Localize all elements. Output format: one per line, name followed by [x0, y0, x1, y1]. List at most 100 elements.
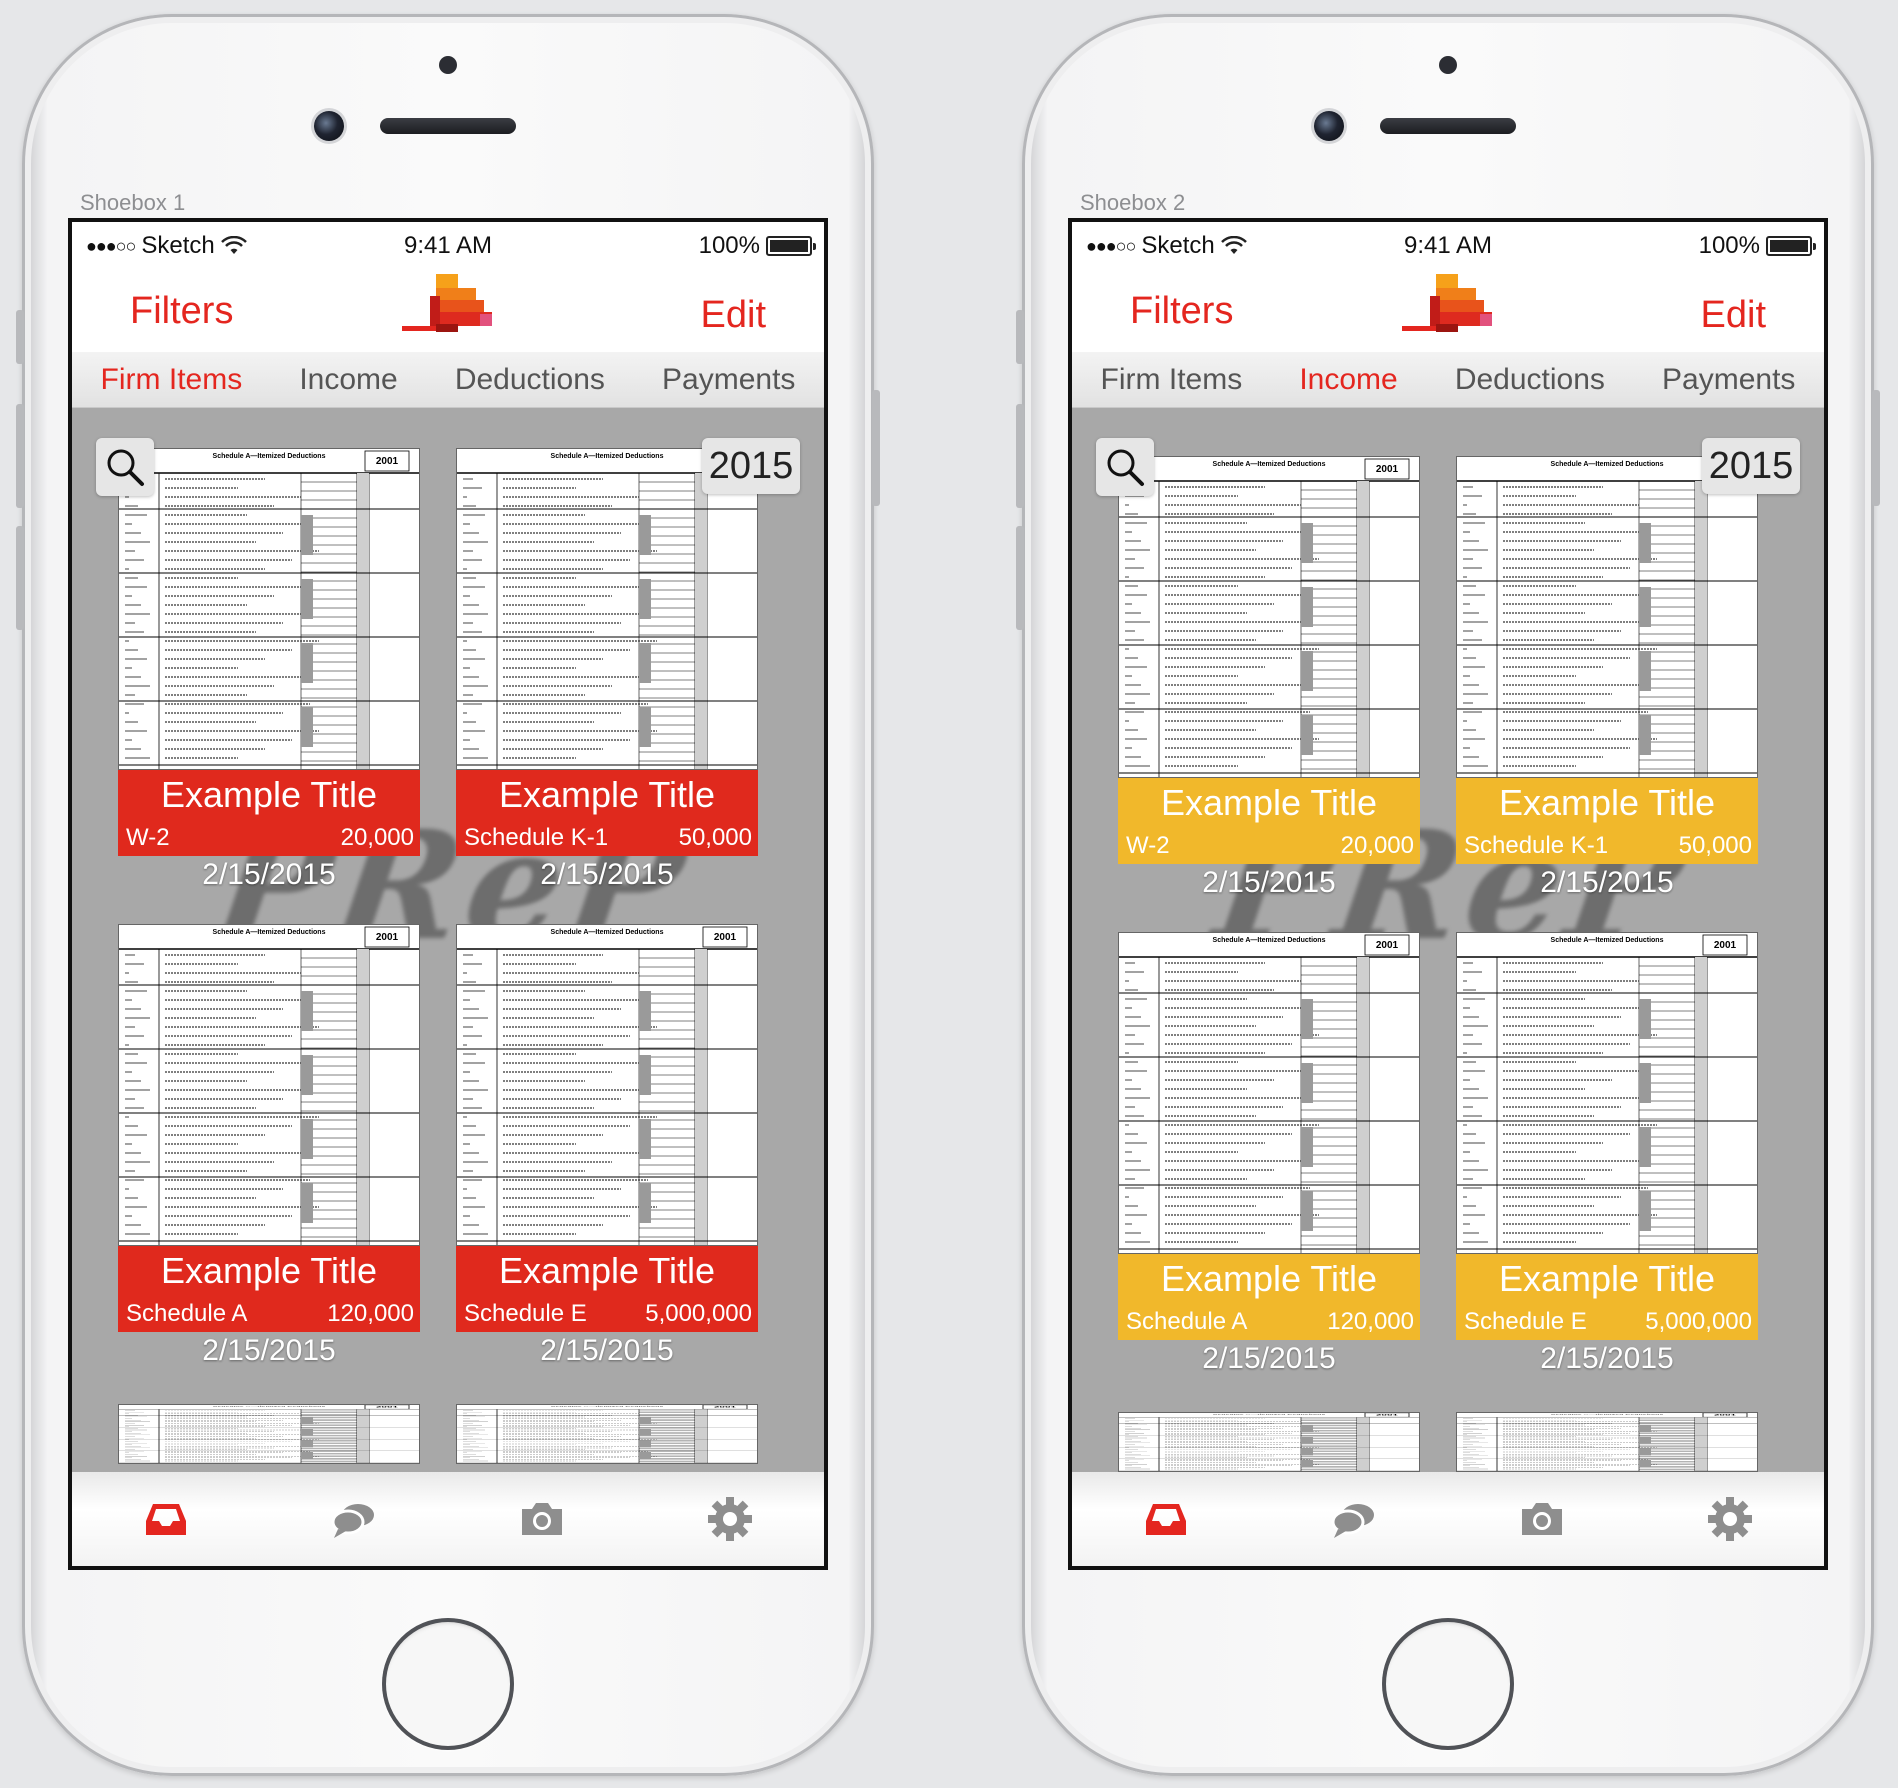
- mute-switch: [16, 310, 24, 364]
- battery: 100%: [1698, 232, 1816, 260]
- navigation-bar: Filters Edit: [72, 268, 824, 352]
- tab-income[interactable]: Income: [293, 363, 403, 397]
- document-card[interactable]: Schedule A—Itemized Deductions2001 Examp…: [456, 924, 758, 1368]
- tab-firm-items[interactable]: Firm Items: [95, 363, 249, 397]
- home-button[interactable]: [1382, 1618, 1514, 1750]
- tab-payments[interactable]: Payments: [656, 363, 801, 397]
- tab-payments[interactable]: Payments: [1656, 363, 1801, 397]
- document-card[interactable]: Schedule A—Itemized Deductions2001 Examp…: [1456, 932, 1758, 1376]
- tab-shoebox[interactable]: [1136, 1489, 1196, 1549]
- camera-icon: [522, 1503, 562, 1535]
- chat-bubbles-icon: [331, 1504, 374, 1538]
- navigation-bar: Filters Edit: [1072, 268, 1824, 352]
- edit-button[interactable]: Edit: [701, 294, 766, 337]
- card-title: Example Title: [1498, 782, 1716, 823]
- card-amount: 50,000: [1678, 832, 1752, 859]
- card-banner: Example Title W-2 20,000: [118, 770, 420, 856]
- tab-messages[interactable]: [324, 1489, 384, 1549]
- tab-settings[interactable]: [1700, 1489, 1760, 1549]
- document-card[interactable]: Schedule A—Itemized Deductions 2001: [456, 1404, 758, 1464]
- front-camera-dot: [1439, 56, 1457, 74]
- card-amount: 120,000: [327, 1300, 414, 1327]
- tab-deductions[interactable]: Deductions: [1449, 363, 1611, 397]
- document-card[interactable]: Schedule A—Itemized Deductions2001 Examp…: [118, 924, 420, 1368]
- card-amount: 120,000: [1327, 1308, 1414, 1335]
- document-grid[interactable]: PReP 2015 Schedule A—Itemized Deductions…: [1072, 408, 1824, 1472]
- filters-button[interactable]: Filters: [130, 290, 233, 333]
- card-amount: 50,000: [678, 824, 752, 851]
- document-thumbnail: Schedule A—Itemized Deductions2001: [456, 448, 758, 770]
- status-time: 9:41 AM: [1403, 232, 1493, 259]
- card-form-type: Schedule K-1: [464, 824, 609, 851]
- search-button[interactable]: [96, 438, 154, 496]
- front-camera-lens: [314, 111, 344, 141]
- camera-icon: [1522, 1503, 1562, 1535]
- svg-text:Schedule A—Itemized Deductions: Schedule A—Itemized Deductions: [551, 1406, 664, 1408]
- home-button[interactable]: [382, 1618, 514, 1750]
- document-card[interactable]: Schedule A—Itemized Deductions 2001: [1118, 1412, 1420, 1472]
- tab-bar: [72, 1472, 824, 1566]
- document-grid[interactable]: PReP 2015 Schedule A—Itemized Deductions…: [72, 408, 824, 1472]
- gear-icon: [708, 1497, 752, 1541]
- tab-bar: [1072, 1472, 1824, 1566]
- svg-text:Schedule A—Itemized Deductions: Schedule A—Itemized Deductions: [213, 453, 326, 460]
- document-card[interactable]: Schedule A—Itemized Deductions2001 Examp…: [1118, 932, 1420, 1376]
- tab-income[interactable]: Income: [1293, 363, 1403, 397]
- carrier: ●●●○○ Sketch: [1086, 232, 1247, 260]
- search-icon: [107, 449, 144, 486]
- document-card[interactable]: Schedule A—Itemized Deductions2001 Examp…: [456, 448, 758, 892]
- svg-text:Schedule A—Itemized Deductions: Schedule A—Itemized Deductions: [213, 929, 326, 936]
- carrier: ●●●○○ Sketch: [86, 232, 247, 260]
- tab-deductions[interactable]: Deductions: [449, 363, 611, 397]
- tab-shoebox[interactable]: [136, 1489, 196, 1549]
- inbox-icon: [1146, 1504, 1186, 1535]
- app-logo-icon: [1402, 274, 1492, 332]
- document-card[interactable]: Schedule A—Itemized Deductions2001 Examp…: [1118, 456, 1420, 900]
- status-time: 9:41 AM: [403, 232, 493, 259]
- card-banner: Example Title Schedule A 120,000: [1118, 1254, 1420, 1340]
- battery-icon: [1766, 236, 1816, 256]
- search-button[interactable]: [1096, 438, 1154, 496]
- front-camera-dot: [439, 56, 457, 74]
- mute-switch: [1016, 310, 1024, 364]
- tab-messages[interactable]: [1324, 1489, 1384, 1549]
- tab-settings[interactable]: [700, 1489, 760, 1549]
- tab-camera[interactable]: [512, 1489, 572, 1549]
- svg-text:2001: 2001: [376, 932, 399, 943]
- year-filter-button[interactable]: 2015: [702, 438, 800, 494]
- document-card[interactable]: Schedule A—Itemized Deductions2001 Examp…: [1456, 456, 1758, 900]
- gear-icon: [1708, 1497, 1752, 1541]
- year-filter-button[interactable]: 2015: [1702, 438, 1800, 494]
- svg-text:Schedule A—Itemized Deductions: Schedule A—Itemized Deductions: [1551, 1414, 1664, 1416]
- svg-text:2001: 2001: [1714, 940, 1737, 951]
- svg-text:Schedule A—Itemized Deductions: Schedule A—Itemized Deductions: [1551, 937, 1664, 944]
- document-card[interactable]: Schedule A—Itemized Deductions 2001: [118, 1404, 420, 1464]
- card-title: Example Title: [160, 774, 378, 815]
- filters-button[interactable]: Filters: [1130, 290, 1233, 333]
- battery-percent: 100%: [1698, 232, 1760, 259]
- document-card[interactable]: Schedule A—Itemized Deductions2001 Examp…: [118, 448, 420, 892]
- tab-camera[interactable]: [1512, 1489, 1572, 1549]
- tab-firm-items[interactable]: Firm Items: [1095, 363, 1249, 397]
- card-date: 2/15/2015: [202, 858, 336, 891]
- card-amount: 5,000,000: [1645, 1308, 1752, 1335]
- signal-dots-icon: ●●●○○: [86, 235, 136, 256]
- card-date: 2/15/2015: [202, 1334, 336, 1367]
- card-banner: Example Title Schedule E 5,000,000: [456, 1246, 758, 1332]
- card-form-type: W-2: [126, 824, 170, 851]
- edit-button[interactable]: Edit: [1701, 294, 1766, 337]
- inbox-icon: [146, 1504, 186, 1535]
- document-thumbnail: Schedule A—Itemized Deductions2001: [1118, 1412, 1420, 1472]
- screen: ●●●○○ Sketch 9:41 AM 100% Filters Edit F…: [1068, 218, 1828, 1570]
- document-card[interactable]: Schedule A—Itemized Deductions 2001: [1456, 1412, 1758, 1472]
- battery-percent: 100%: [698, 232, 760, 259]
- document-thumbnail: Schedule A—Itemized Deductions 2001: [1456, 932, 1758, 1254]
- document-thumbnail: Schedule A—Itemized Deductions2001: [118, 448, 420, 770]
- front-camera-lens: [1314, 111, 1344, 141]
- earpiece-speaker: [380, 118, 516, 134]
- card-date: 2/15/2015: [540, 858, 674, 891]
- screen: ●●●○○ Sketch 9:41 AM 100% Filters Edit F…: [68, 218, 828, 1570]
- category-segments: Firm Items Income Deductions Payments: [1072, 352, 1824, 408]
- search-icon: [1107, 449, 1144, 486]
- category-segments: Firm Items Income Deductions Payments: [72, 352, 824, 408]
